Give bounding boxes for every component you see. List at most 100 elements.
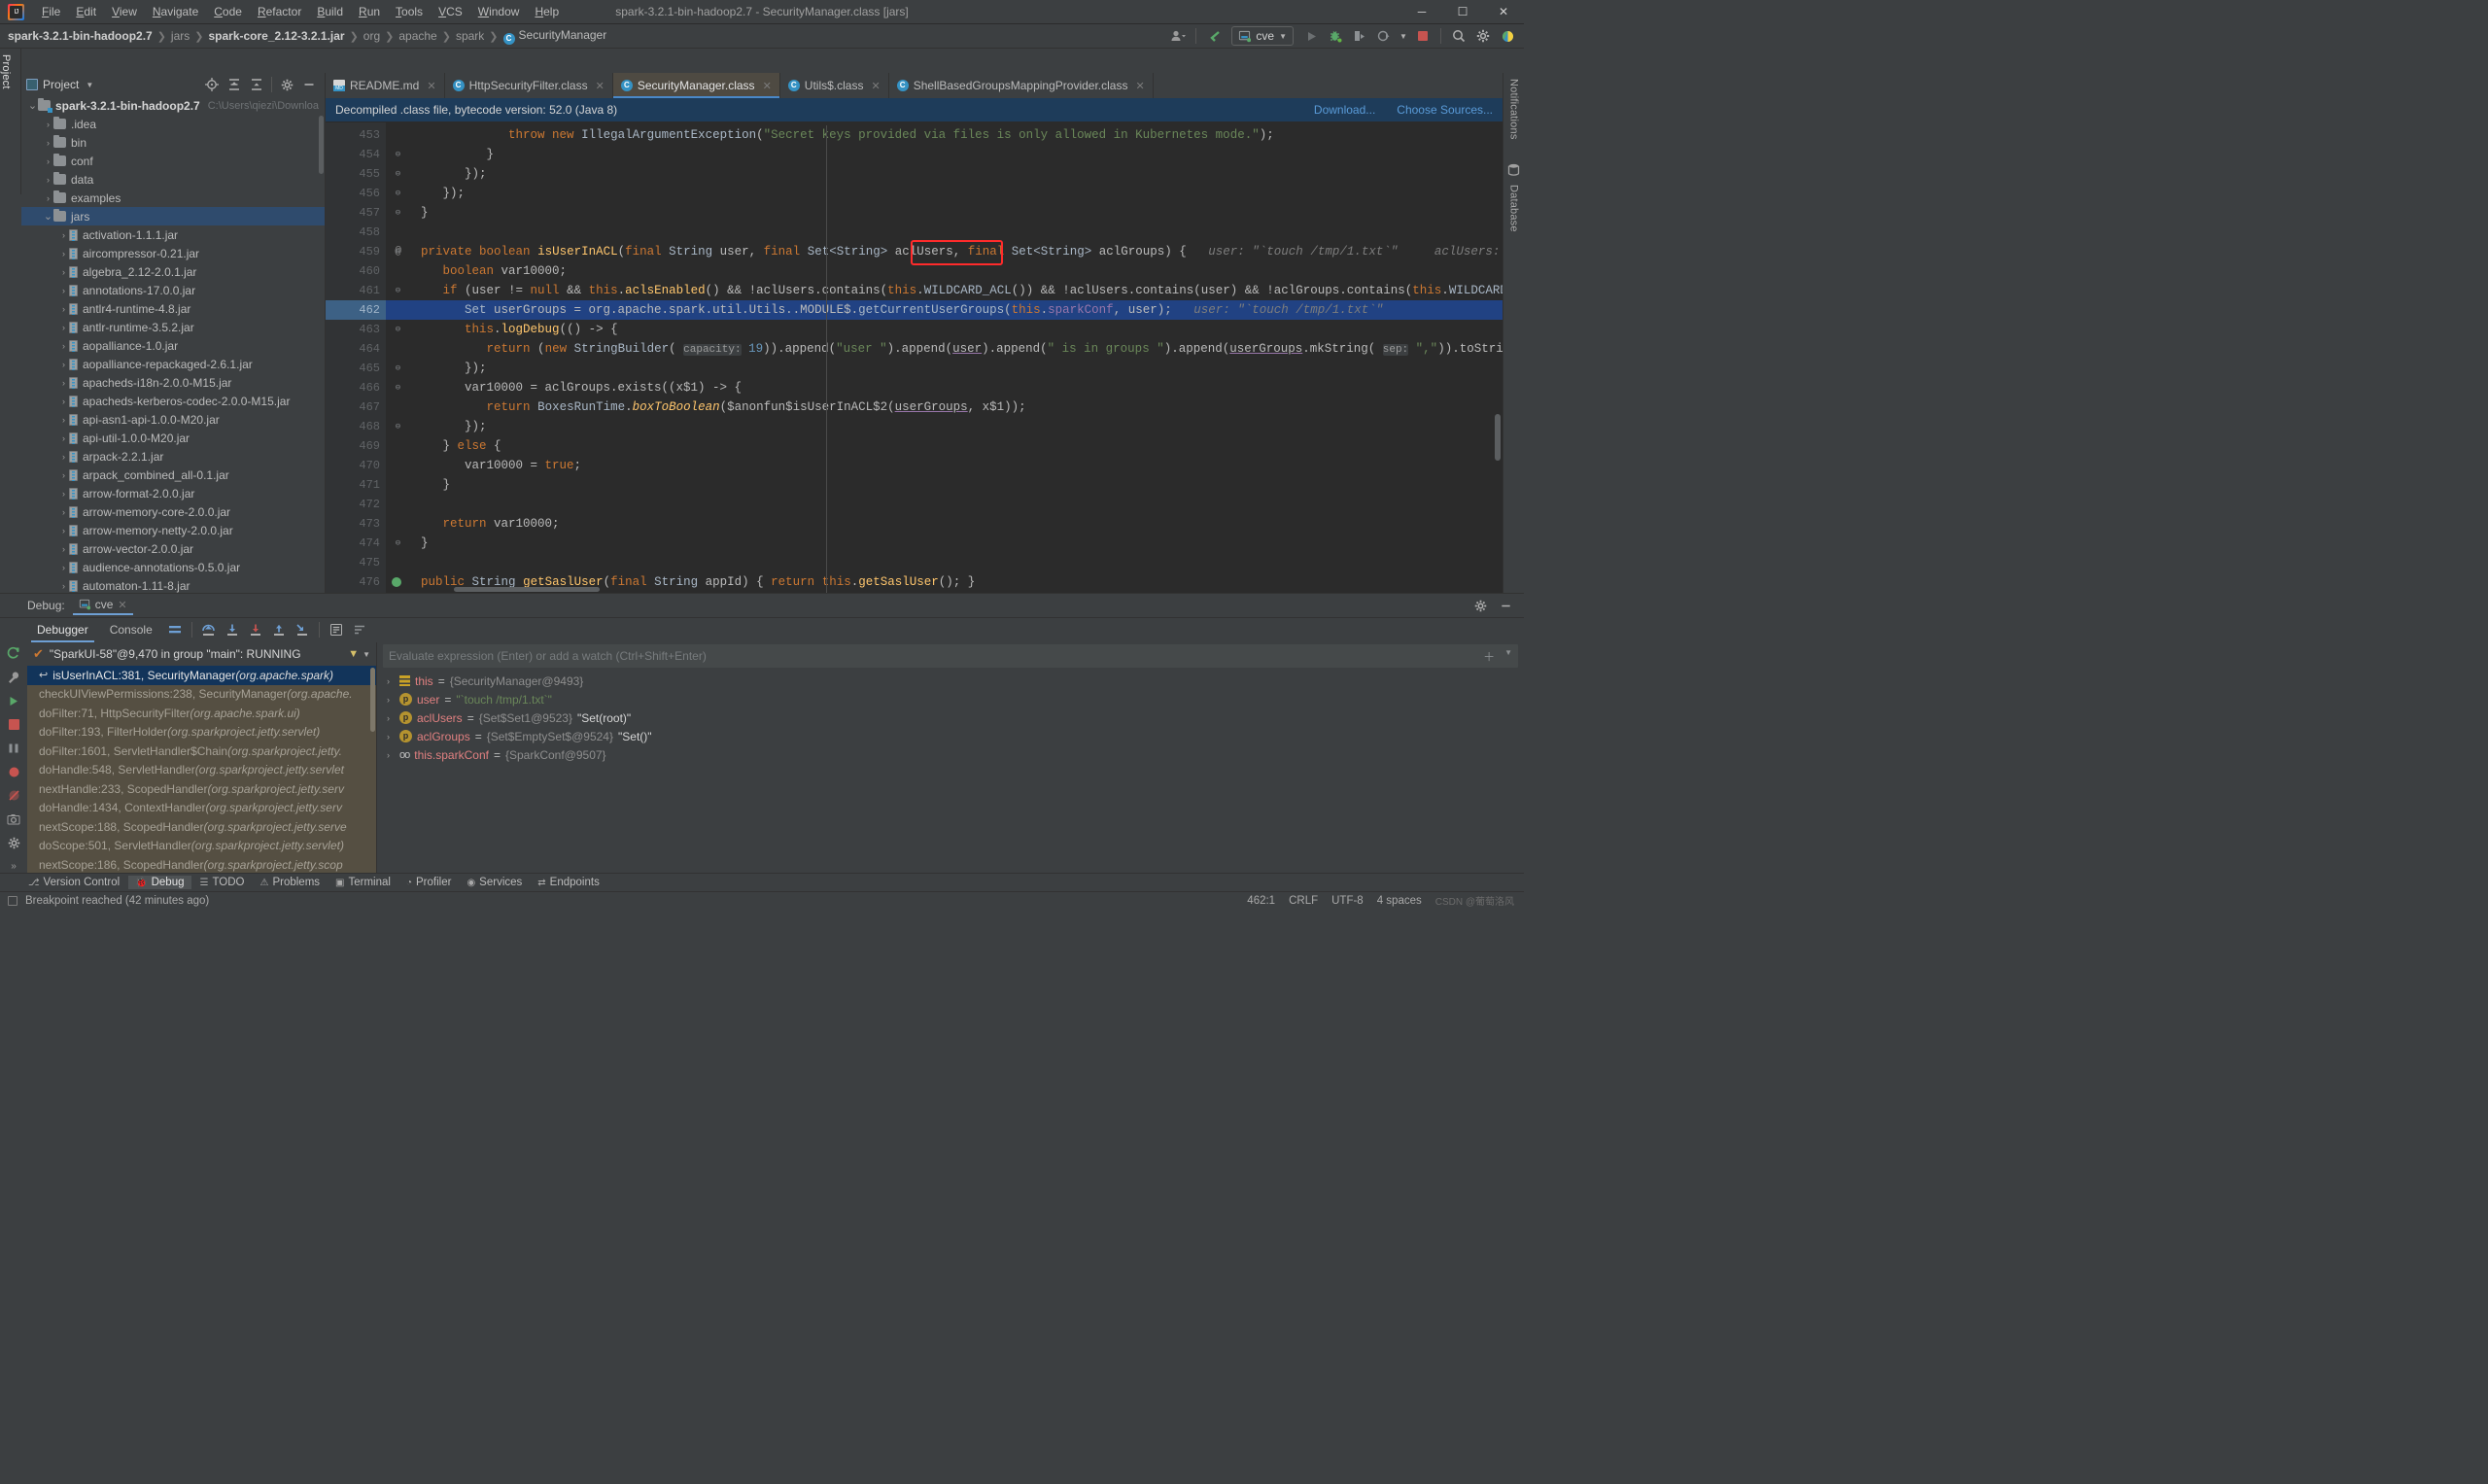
code-line-454[interactable]: } <box>386 145 1503 164</box>
chevron-right-icon[interactable]: › <box>43 175 53 185</box>
user-avatar-icon[interactable] <box>1167 26 1189 46</box>
hide-panel-icon[interactable] <box>1495 596 1516 615</box>
gutter-line-459[interactable]: 459 @ ⊖ <box>326 242 401 261</box>
tool-window-problems[interactable]: ⚠ Problems <box>253 876 327 889</box>
stack-frame-2[interactable]: doFilter:71, HttpSecurityFilter (org.apa… <box>27 704 376 723</box>
mute-breakpoints-icon[interactable] <box>6 789 21 802</box>
chevron-right-icon[interactable]: › <box>387 713 395 723</box>
close-icon[interactable]: ✕ <box>763 80 772 92</box>
close-icon[interactable]: ✕ <box>427 80 435 92</box>
tool-window-debug[interactable]: 🐞 Debug <box>128 876 191 889</box>
chevron-right-icon[interactable]: › <box>43 193 53 203</box>
step-into-icon[interactable] <box>222 620 243 639</box>
strip-item-project[interactable]: Project <box>0 49 12 95</box>
pause-icon[interactable] <box>6 742 21 755</box>
notification-actions[interactable]: Download... Choose Sources... <box>1314 103 1493 117</box>
strip-item-notifications[interactable]: Notifications <box>1508 73 1520 146</box>
left-tool-strip-top[interactable]: Project <box>0 49 21 194</box>
tree-node[interactable]: › arrow-vector-2.0.0.jar <box>21 539 325 558</box>
tree-node[interactable]: › antlr-runtime-3.5.2.jar <box>21 318 325 336</box>
chevron-right-icon[interactable]: › <box>43 138 53 148</box>
coverage-dropdown-icon[interactable]: ▼ <box>1398 26 1409 46</box>
gutter-line-465[interactable]: 465 ⊖ <box>326 359 400 378</box>
thread-selector[interactable]: ✔ "SparkUI-58"@9,470 in group "main": RU… <box>27 642 376 666</box>
debug-icon[interactable] <box>1325 26 1346 46</box>
status-bar-right[interactable]: 462:1 CRLF UTF-8 4 spaces CSDN @葡萄洛风 <box>1247 893 1524 909</box>
tool-window-profiler[interactable]: ◔ Profiler <box>399 876 458 889</box>
gutter-line-462[interactable]: 462 <box>326 300 418 320</box>
maximize-button[interactable]: ☐ <box>1442 0 1483 24</box>
minimize-button[interactable]: ─ <box>1401 0 1442 24</box>
choose-sources-link[interactable]: Choose Sources... <box>1397 103 1493 117</box>
chevron-right-icon[interactable]: › <box>387 732 395 742</box>
breadcrumb-item-6[interactable]: C SecurityManager <box>502 28 606 45</box>
camera-snapshot-icon[interactable] <box>6 812 21 825</box>
code-line-471[interactable]: } <box>386 475 1503 495</box>
menu-item-file[interactable]: File <box>34 2 68 21</box>
variable-row-0[interactable]: › this = {SecurityManager@9493} <box>377 672 1524 690</box>
gutter-line-475[interactable]: 475 <box>326 553 386 572</box>
tree-node[interactable]: › algebra_2.12-2.0.1.jar <box>21 262 325 281</box>
strip-item-database[interactable]: Database <box>1508 179 1520 238</box>
stack-frame-5[interactable]: doHandle:548, ServletHandler (org.sparkp… <box>27 761 376 780</box>
chevron-right-icon[interactable]: › <box>58 397 69 406</box>
gutter-line-467[interactable]: 467 <box>326 397 386 417</box>
filter-icon[interactable]: ▼ <box>348 648 359 660</box>
tool-window-version-control[interactable]: ⎇ Version Control <box>21 876 126 889</box>
frames-scrollbar[interactable] <box>370 668 375 732</box>
locate-icon[interactable] <box>201 75 223 94</box>
chevron-right-icon[interactable]: › <box>58 341 69 351</box>
tree-node[interactable]: › activation-1.1.1.jar <box>21 225 325 244</box>
tree-node[interactable]: › automaton-1.11-8.jar <box>21 576 325 593</box>
settings-gear-icon[interactable] <box>6 837 21 849</box>
chevron-right-icon[interactable]: › <box>58 433 69 443</box>
close-button[interactable]: ✕ <box>1483 0 1524 24</box>
tree-node[interactable]: › arpack-2.2.1.jar <box>21 447 325 466</box>
evaluate-expression-icon[interactable] <box>326 620 347 639</box>
menu-item-vcs[interactable]: VCS <box>431 2 470 21</box>
settings-gear-icon[interactable] <box>1469 596 1491 615</box>
gutter-line-457[interactable]: 457 ⊖ <box>326 203 400 223</box>
gutter-line-460[interactable]: 460 <box>326 261 386 281</box>
collapse-all-icon[interactable] <box>246 75 267 94</box>
chevron-right-icon[interactable]: › <box>58 470 69 480</box>
breadcrumb-item-0[interactable]: spark-3.2.1-bin-hadoop2.7 <box>8 29 153 43</box>
breadcrumb-item-2[interactable]: spark-core_2.12-3.2.1.jar <box>208 29 344 43</box>
code-line-472[interactable] <box>386 495 1503 514</box>
code-line-469[interactable]: } else { <box>386 436 1503 456</box>
stack-frame-0[interactable]: ↩ isUserInACL:381, SecurityManager (org.a… <box>27 666 376 685</box>
gutter-line-454[interactable]: 454 ⊖ <box>326 145 400 164</box>
code-line-460[interactable]: boolean var10000; <box>386 261 1503 281</box>
project-scrollbar[interactable] <box>319 116 324 174</box>
editor-tab-2[interactable]: C SecurityManager.class ✕ <box>612 73 780 98</box>
tree-node[interactable]: › conf <box>21 152 325 170</box>
code-line-453[interactable]: throw new IllegalArgumentException("Secr… <box>386 125 1503 145</box>
menu-item-view[interactable]: View <box>104 2 145 21</box>
step-out-icon[interactable] <box>268 620 290 639</box>
settings-gear-icon[interactable] <box>1472 26 1494 46</box>
gutter-line-455[interactable]: 455 ⊖ <box>326 164 400 184</box>
code-line-456[interactable]: }); <box>386 184 1503 203</box>
editor-tab-4[interactable]: C ShellBasedGroupsMappingProvider.class ✕ <box>889 73 1154 98</box>
gutter-line-474[interactable]: 474 ⊖ <box>326 534 400 553</box>
chevron-right-icon[interactable]: › <box>58 360 69 369</box>
menu-item-help[interactable]: Help <box>527 2 567 21</box>
editor-tab-0[interactable]: README.md ✕ <box>326 73 445 98</box>
chevron-right-icon[interactable]: › <box>58 230 69 240</box>
debug-side-actions[interactable]: » <box>0 642 27 873</box>
code-line-455[interactable]: }); <box>386 164 1503 184</box>
breadcrumb-item-4[interactable]: apache <box>398 29 436 43</box>
evaluate-actions[interactable]: ＋ ▼ <box>1483 648 1512 665</box>
tree-node[interactable]: › api-asn1-api-1.0.0-M20.jar <box>21 410 325 429</box>
variable-row-3[interactable]: › p aclGroups = {Set$EmptySet$@9524} "Set(… <box>377 727 1524 745</box>
tree-node[interactable]: › .idea <box>21 115 325 133</box>
gutter-line-471[interactable]: 471 <box>326 475 386 495</box>
chevron-right-icon[interactable]: › <box>58 323 69 332</box>
menu-item-run[interactable]: Run <box>351 2 388 21</box>
tree-node[interactable]: › aopalliance-1.0.jar <box>21 336 325 355</box>
gutter-line-468[interactable]: 468 ⊖ <box>326 417 400 436</box>
more-actions-icon[interactable]: » <box>6 860 21 873</box>
window-controls[interactable]: ─ ☐ ✕ <box>1401 0 1524 24</box>
menu-item-build[interactable]: Build <box>309 2 351 21</box>
menu-item-refactor[interactable]: Refactor <box>250 2 309 21</box>
